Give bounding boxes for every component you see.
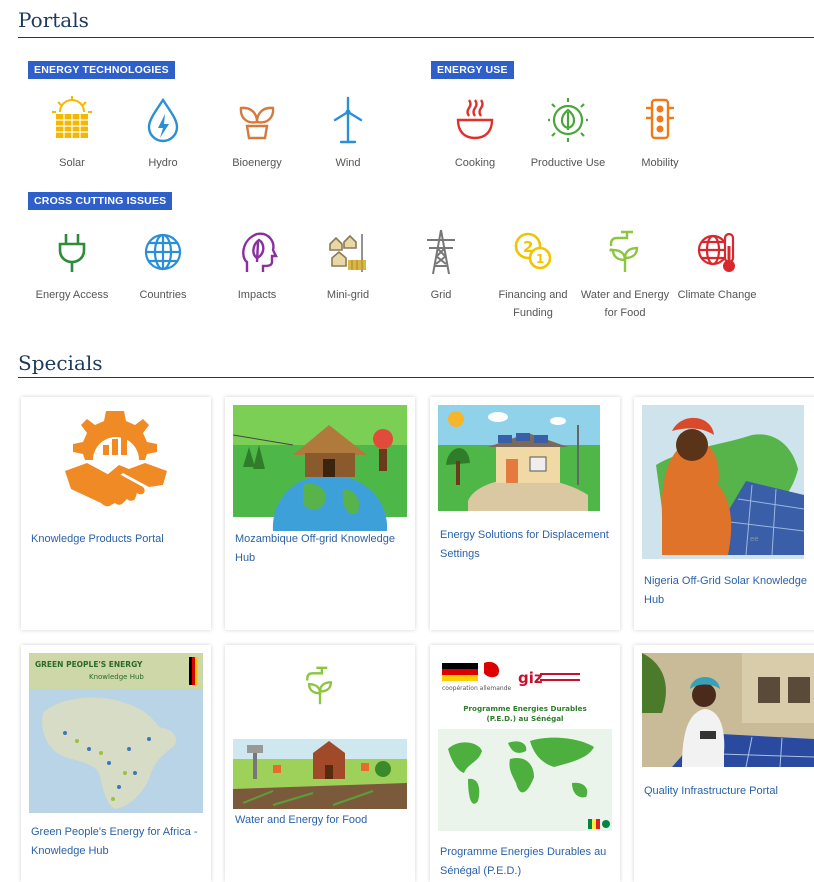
card-label: Nigeria Off-Grid Solar Knowledge Hub <box>644 575 808 606</box>
card-label: Energy Solutions for Displacement Settin… <box>440 529 609 560</box>
quality-infrastructure-image <box>642 653 814 767</box>
gear-leaf-icon <box>548 98 588 142</box>
portal-label: Solar <box>59 157 85 169</box>
special-card-water-energy-food[interactable]: Water and Energy for Food <box>225 645 415 882</box>
special-card-mozambique[interactable]: Mozambique Off-grid Knowledge Hub <box>225 397 415 630</box>
portal-label: Grid <box>430 289 452 301</box>
portal-label: Cooking <box>454 157 496 169</box>
portals-divider <box>18 37 814 38</box>
nigeria-solar-image: ee <box>642 405 804 559</box>
portal-mini-grid[interactable]: Mini-grid <box>298 228 398 304</box>
portal-grid[interactable]: Grid <box>391 228 491 304</box>
card-label: Quality Infrastructure Portal <box>644 785 778 797</box>
specials-divider <box>18 377 814 378</box>
head-leaf-icon <box>242 232 278 272</box>
special-card-nigeria[interactable]: ee Nigeria Off-Grid Solar Knowledge Hub <box>634 397 814 630</box>
traffic-light-icon <box>646 98 674 140</box>
portal-label: Mobility <box>641 157 679 169</box>
portal-label: Bioenergy <box>232 157 282 169</box>
tap-plant-icon <box>306 666 333 705</box>
portal-energy-access[interactable]: Energy Access <box>22 228 122 304</box>
energy-use-tag: ENERGY USE <box>431 61 514 79</box>
farm-scene-image <box>233 739 407 809</box>
power-pylon-icon <box>427 229 455 275</box>
portal-mobility[interactable]: Mobility <box>610 96 710 172</box>
ped-image-title: Programme Energies Durables <box>463 704 587 713</box>
special-card-quality-infrastructure[interactable]: Quality Infrastructure Portal <box>634 645 814 882</box>
card-label: Knowledge Products Portal <box>31 533 164 545</box>
portal-bioenergy[interactable]: Bioenergy <box>207 96 307 172</box>
gbe-africa-map-image: GREEN PEOPLE'S ENERGY Knowledge Hub <box>29 653 203 813</box>
portal-label: Wind <box>335 157 361 169</box>
cooperation-logo-text: coopération allemande <box>442 685 512 692</box>
globe-thermometer-icon <box>697 232 735 272</box>
portal-productive-use[interactable]: Productive Use <box>518 96 618 172</box>
mozambique-hub-image <box>233 405 407 531</box>
cross-cutting-issues-tag: CROSS CUTTING ISSUES <box>28 192 173 210</box>
portal-countries[interactable]: Countries <box>113 228 213 304</box>
displacement-settings-image <box>438 405 600 511</box>
svg-text:1: 1 <box>536 252 544 266</box>
portal-solar[interactable]: Solar <box>22 96 122 172</box>
portal-financing[interactable]: 2 1 Financing and Funding <box>483 228 583 322</box>
sprout-icon <box>239 106 275 140</box>
portal-label: Mini-grid <box>326 289 370 301</box>
portal-label: Energy Access <box>35 289 109 301</box>
portal-label: Climate Change <box>677 289 757 301</box>
mini-grid-icon <box>329 234 366 272</box>
portal-impacts[interactable]: Impacts <box>207 228 307 304</box>
svg-text:2: 2 <box>523 238 533 256</box>
svg-text:ee: ee <box>750 535 759 543</box>
water-drop-icon <box>147 97 179 143</box>
coins-icon: 2 1 <box>514 232 552 270</box>
special-card-displacement[interactable]: Energy Solutions for Displacement Settin… <box>430 397 620 630</box>
cooking-pot-icon <box>456 99 494 140</box>
portal-label: Hydro <box>148 157 178 169</box>
ped-senegal-image: coopération allemande giz Programme Ener… <box>438 659 612 839</box>
gbe-image-title: GREEN PEOPLE'S ENERGY <box>35 660 143 669</box>
wind-turbine-icon <box>333 96 363 144</box>
portal-water-energy-food[interactable]: Water and Energy for Food <box>575 228 675 322</box>
solar-panel-icon <box>52 96 92 138</box>
portal-label: Water and Energy for Food <box>580 289 670 319</box>
gbe-image-subtitle: Knowledge Hub <box>89 673 144 681</box>
card-label: Water and Energy for Food <box>235 814 368 826</box>
portal-label: Countries <box>139 289 187 301</box>
portals-heading: Portals <box>18 8 89 32</box>
portal-cooking[interactable]: Cooking <box>425 96 525 172</box>
specials-heading: Specials <box>18 351 103 375</box>
card-label: Green People's Energy for Africa - Knowl… <box>31 826 198 857</box>
special-card-ped-senegal[interactable]: coopération allemande giz Programme Ener… <box>430 645 620 882</box>
portal-label: Impacts <box>237 289 277 301</box>
card-label: Programme Energies Durables au Sénégal (… <box>440 846 607 877</box>
portal-hydro[interactable]: Hydro <box>113 96 213 172</box>
globe-icon <box>144 233 182 271</box>
portal-label: Financing and Funding <box>498 289 568 319</box>
special-card-green-peoples-energy[interactable]: GREEN PEOPLE'S ENERGY Knowledge Hub Gree… <box>21 645 211 882</box>
portal-wind[interactable]: Wind <box>298 96 398 172</box>
special-card-knowledge-products[interactable]: Knowledge Products Portal <box>21 397 211 630</box>
giz-logo: giz <box>518 669 543 687</box>
portal-climate-change[interactable]: Climate Change <box>667 228 767 304</box>
handshake-gear-icon <box>65 411 167 507</box>
ped-image-subtitle: (P.E.D.) au Sénégal <box>486 714 563 723</box>
card-label: Mozambique Off-grid Knowledge Hub <box>235 533 395 564</box>
tap-plant-icon <box>609 230 639 272</box>
energy-technologies-tag: ENERGY TECHNOLOGIES <box>28 61 175 79</box>
portal-label: Productive Use <box>530 157 606 169</box>
plug-icon <box>58 234 86 272</box>
